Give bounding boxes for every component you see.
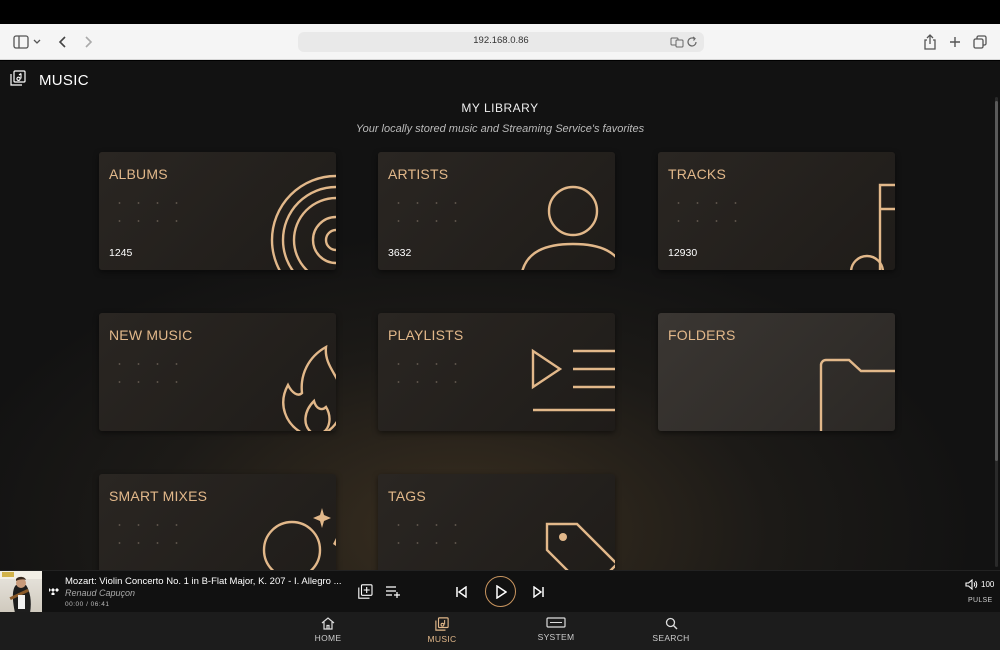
library-subtitle: Your locally stored music and Streaming …: [355, 123, 645, 135]
card-label: TRACKS: [668, 166, 726, 182]
card-count: 3632: [388, 247, 412, 259]
library-title: MY LIBRARY: [461, 101, 539, 115]
card-count: 1245: [109, 247, 133, 259]
share-icon[interactable]: [921, 33, 939, 51]
nav-label: HOME: [314, 633, 342, 643]
forward-icon[interactable]: [79, 33, 97, 51]
card-label: PLAYLISTS: [388, 327, 464, 343]
page-title: MUSIC: [39, 71, 89, 89]
card-smart-mixes[interactable]: SMART MIXES: [99, 474, 336, 570]
vinyl-icon: [270, 174, 336, 270]
volume-level: 100: [981, 580, 995, 589]
add-to-queue-icon[interactable]: [385, 583, 401, 599]
flame-icon: [282, 344, 336, 431]
dot-pattern: [389, 516, 459, 556]
play-button[interactable]: [485, 576, 516, 607]
sidebar-icon[interactable]: [12, 33, 30, 51]
output-device[interactable]: PULSE: [968, 597, 992, 604]
card-label: SMART MIXES: [109, 488, 208, 504]
nav-label: SEARCH: [652, 633, 690, 643]
reload-icon[interactable]: [686, 35, 700, 49]
nav-item-system[interactable]: SYSTEM: [526, 617, 586, 642]
back-icon[interactable]: [54, 33, 72, 51]
card-new-music[interactable]: NEW MUSIC: [99, 313, 336, 431]
card-label: NEW MUSIC: [109, 327, 193, 343]
browser-toolbar: 192.168.0.86: [0, 24, 1000, 60]
card-tags[interactable]: TAGS: [378, 474, 615, 570]
card-count: 12930: [668, 247, 698, 259]
music-note-icon: [849, 183, 895, 270]
dot-pattern: [389, 355, 459, 395]
track-artist[interactable]: Renaud Capuçon: [65, 588, 135, 598]
dot-pattern: [669, 194, 739, 234]
nav-label: SYSTEM: [537, 632, 575, 642]
bottom-nav: HOME MUSIC SYSTEM SEARCH: [0, 612, 1000, 650]
card-label: ARTISTS: [388, 166, 449, 182]
tabs-icon[interactable]: [971, 33, 989, 51]
translate-icon[interactable]: [670, 35, 684, 49]
next-track-icon[interactable]: [532, 585, 546, 599]
system-icon: [546, 617, 566, 628]
search-icon: [665, 617, 677, 630]
nav-label: MUSIC: [427, 634, 457, 644]
previous-track-icon[interactable]: [454, 585, 468, 599]
play-icon: [495, 584, 507, 599]
volume-icon: [965, 579, 978, 590]
track-time: 00:00 / 06:41: [65, 601, 110, 608]
playlist-icon: [531, 348, 615, 412]
music-app: MUSIC MY LIBRARY Your locally stored mus…: [0, 61, 1000, 570]
dot-pattern: [110, 194, 180, 234]
dot-pattern: [110, 516, 180, 556]
card-playlists[interactable]: PLAYLISTS: [378, 313, 615, 431]
chevron-down-icon[interactable]: [31, 33, 43, 51]
add-to-library-icon[interactable]: [357, 583, 373, 599]
top-letterbox: [0, 0, 1000, 24]
tag-icon: [545, 522, 615, 570]
card-tracks[interactable]: TRACKS 12930: [658, 152, 895, 270]
track-title[interactable]: Mozart: Violin Concerto No. 1 in B-Flat …: [65, 576, 342, 587]
dot-pattern: [110, 355, 180, 395]
sparkle-icon: [262, 508, 336, 570]
streaming-service-icon: [47, 585, 59, 597]
volume-control[interactable]: 100: [965, 579, 994, 590]
scrollbar-thumb[interactable]: [995, 101, 998, 461]
folder-icon: [819, 358, 895, 431]
card-albums[interactable]: ALBUMS 1245: [99, 152, 336, 270]
card-label: TAGS: [388, 488, 426, 504]
nav-item-home[interactable]: HOME: [298, 617, 358, 643]
card-label: ALBUMS: [109, 166, 168, 182]
app-header: MUSIC: [10, 69, 89, 91]
home-icon: [321, 617, 335, 630]
player-bar: Mozart: Violin Concerto No. 1 in B-Flat …: [0, 570, 1000, 613]
person-icon: [521, 185, 615, 270]
card-label: FOLDERS: [668, 327, 736, 343]
music-library-icon: [435, 617, 449, 631]
nav-item-search[interactable]: SEARCH: [641, 617, 701, 643]
music-library-icon[interactable]: [10, 69, 26, 91]
address-bar[interactable]: 192.168.0.86: [298, 32, 704, 52]
card-artists[interactable]: ARTISTS 3632: [378, 152, 615, 270]
url-text: 192.168.0.86: [473, 35, 529, 46]
nav-item-music[interactable]: MUSIC: [412, 617, 472, 644]
album-cover[interactable]: [0, 571, 42, 613]
card-folders[interactable]: FOLDERS: [658, 313, 895, 431]
dot-pattern: [389, 194, 459, 234]
new-tab-icon[interactable]: [946, 33, 964, 51]
